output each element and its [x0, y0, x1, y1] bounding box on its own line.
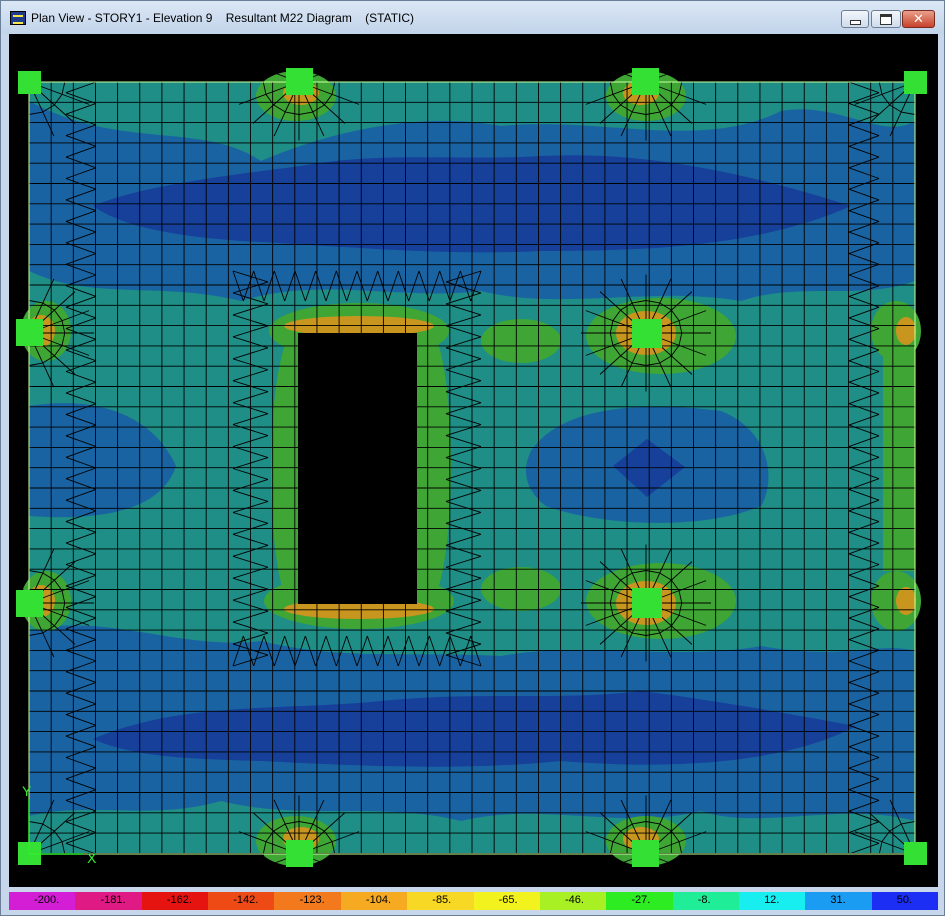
legend-label: -104.: [365, 894, 391, 906]
m22-contour-plot[interactable]: Y X: [9, 34, 938, 887]
x-axis-label: X: [87, 850, 97, 866]
column-a2[interactable]: [16, 319, 43, 346]
legend-label: 12.: [764, 894, 780, 906]
column-a1[interactable]: [18, 71, 41, 94]
title-bar[interactable]: Plan View - STORY1 - Elevation 9 Resulta…: [1, 1, 944, 34]
close-icon: ✕: [913, 11, 924, 27]
minimize-button[interactable]: [841, 10, 869, 28]
legend-label: 31.: [830, 894, 846, 906]
minimize-icon: [849, 19, 861, 25]
column-c4[interactable]: [632, 840, 659, 867]
column-d4[interactable]: [904, 842, 927, 865]
legend-label: -65.: [498, 894, 518, 906]
contour-fills: [21, 71, 921, 866]
column-a3[interactable]: [16, 590, 43, 617]
window-title: Plan View - STORY1 - Elevation 9 Resulta…: [31, 11, 415, 25]
column-c2[interactable]: [632, 319, 662, 348]
column-c1[interactable]: [632, 68, 659, 95]
peak-right-1: [896, 317, 916, 345]
legend-label: -181.: [100, 894, 126, 906]
plan-view-canvas[interactable]: Y X: [9, 34, 938, 887]
column-d1[interactable]: [904, 71, 927, 94]
peak-right-2: [896, 587, 916, 615]
legend-label: -162.: [166, 894, 192, 906]
plan-view-window: Plan View - STORY1 - Elevation 9 Resulta…: [0, 0, 945, 916]
legend-label: 50.: [896, 894, 913, 906]
legend-label: -85.: [432, 894, 452, 906]
legend-label: -142.: [233, 894, 259, 906]
mesh-grid: [28, 81, 916, 854]
app-icon[interactable]: [10, 11, 26, 25]
legend-label: -200.: [34, 894, 60, 906]
hotspot-right-edge: [883, 346, 915, 571]
legend-label: -8.: [697, 894, 711, 906]
legend-label: -27.: [631, 894, 651, 906]
column-b1[interactable]: [286, 68, 313, 95]
maximize-button[interactable]: [871, 10, 901, 28]
column-c3[interactable]: [632, 588, 662, 618]
legend-label: -123.: [299, 894, 325, 906]
legend-label: -46.: [564, 894, 584, 906]
contour-legend: -200. -181. -162. -142. -123. -104. -85. -65. -4…: [9, 892, 938, 910]
close-button[interactable]: ✕: [902, 10, 935, 28]
maximize-icon: [880, 13, 892, 25]
column-b4[interactable]: [286, 840, 313, 867]
y-axis-label: Y: [22, 783, 32, 799]
hotspot-mid-b: [481, 567, 561, 611]
slab-opening: [298, 333, 417, 604]
